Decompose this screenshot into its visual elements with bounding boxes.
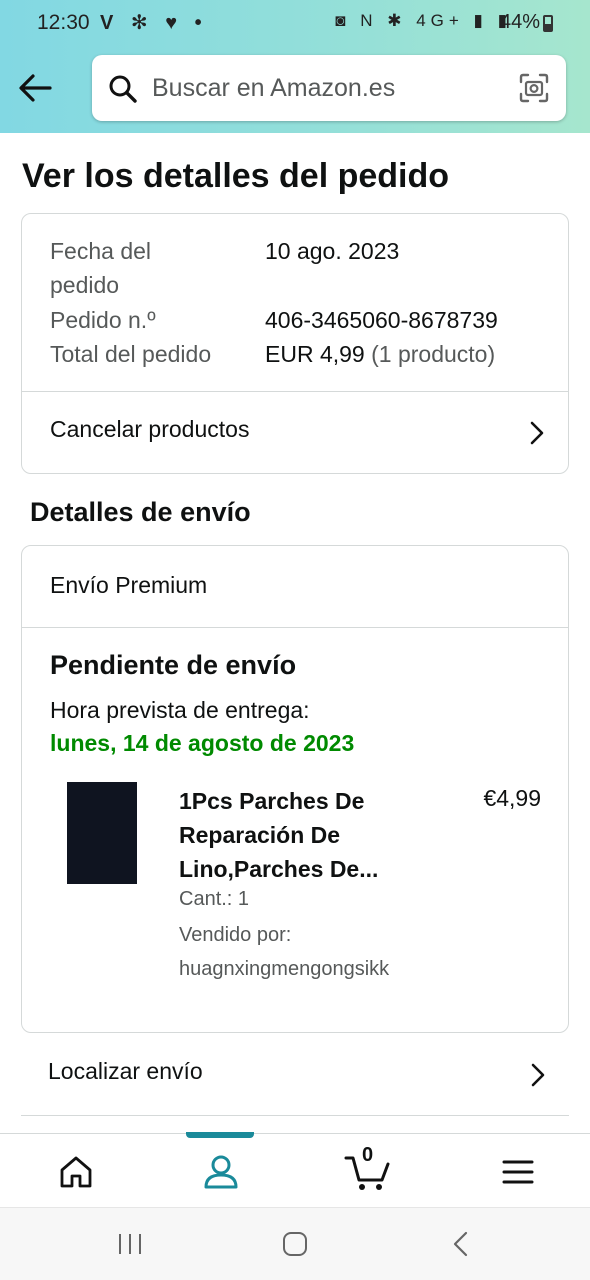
eta-date: lunes, 14 de agosto de 2023: [50, 730, 355, 756]
order-total-amount: EUR 4,99: [265, 341, 365, 367]
shipping-card: Envío Premium Pendiente de envío Hora pr…: [21, 545, 569, 1033]
home-icon[interactable]: [54, 1150, 98, 1194]
notification-icons: V ✻ ♥ •: [100, 12, 208, 34]
status-time: 12:30: [37, 11, 90, 34]
eta-label: Hora prevista de entrega:: [50, 697, 310, 723]
order-summary-card: Fecha del pedido 10 ago. 2023 Pedido n.º…: [21, 213, 569, 474]
cancel-products-link[interactable]: Cancelar productos: [22, 392, 568, 474]
bottom-nav: 0: [0, 1132, 590, 1207]
camera-scan-icon[interactable]: [518, 72, 550, 104]
chevron-right-icon: [531, 1063, 545, 1087]
chevron-right-icon: [530, 421, 544, 445]
order-date-label-line1: Fecha del: [50, 238, 152, 264]
order-date-value: 10 ago. 2023: [265, 238, 400, 264]
cancel-products-label: Cancelar productos: [50, 416, 250, 442]
shipment-status: Pendiente de envío: [50, 650, 297, 680]
order-number-value: 406-3465060-8678739: [265, 307, 498, 333]
search-icon: [109, 75, 137, 103]
product-price: €4,99: [483, 785, 541, 811]
divider: [22, 627, 568, 628]
active-tab-indicator: [186, 1132, 254, 1138]
track-shipment-label: Localizar envío: [48, 1058, 203, 1084]
order-total-label: Total del pedido: [50, 341, 212, 367]
battery-icon: [543, 15, 553, 32]
shipping-type: Envío Premium: [50, 572, 208, 598]
order-total-count: (1 producto): [371, 341, 496, 367]
search-input[interactable]: Buscar en Amazon.es: [92, 55, 566, 121]
cart-count: 0: [362, 1144, 374, 1166]
system-status-icons: ◙ N ✱ 4G+ ▮ ▮: [335, 11, 512, 30]
header-bar: 12:30 V ✻ ♥ • ◙ N ✱ 4G+ ▮ ▮ 44% Buscar e…: [0, 0, 590, 133]
product-title[interactable]: 1Pcs Parches De Reparación De Lino,Parch…: [179, 784, 439, 886]
page-title: Ver los detalles del pedido: [22, 157, 450, 195]
shipping-section-title: Detalles de envío: [30, 497, 251, 527]
product-image[interactable]: [67, 782, 137, 884]
menu-icon[interactable]: [500, 1150, 544, 1194]
back-arrow-icon[interactable]: [16, 70, 54, 106]
order-date-label: Fecha del pedido: [50, 234, 151, 302]
product-quantity: Cant.: 1: [179, 888, 250, 910]
track-shipment-link[interactable]: Localizar envío: [21, 1034, 569, 1116]
account-icon[interactable]: [199, 1150, 243, 1194]
order-total-value: EUR 4,99 (1 producto): [265, 337, 495, 371]
cart-button[interactable]: 0: [344, 1144, 392, 1194]
seller-name: huagnxingmengongsikk: [179, 958, 390, 980]
status-bar: 12:30 V ✻ ♥ • ◙ N ✱ 4G+ ▮ ▮ 44%: [0, 0, 590, 44]
order-number-label: Pedido n.º: [50, 307, 156, 333]
order-date-label-line2: pedido: [50, 272, 120, 298]
back-button-icon[interactable]: [449, 1230, 473, 1258]
system-nav-bar: [0, 1207, 590, 1280]
battery-percent: 44%: [500, 11, 541, 33]
recent-apps-icon[interactable]: [116, 1230, 144, 1258]
seller-label: Vendido por:: [179, 924, 292, 946]
search-placeholder: Buscar en Amazon.es: [152, 74, 396, 102]
home-button-icon[interactable]: [281, 1230, 309, 1258]
